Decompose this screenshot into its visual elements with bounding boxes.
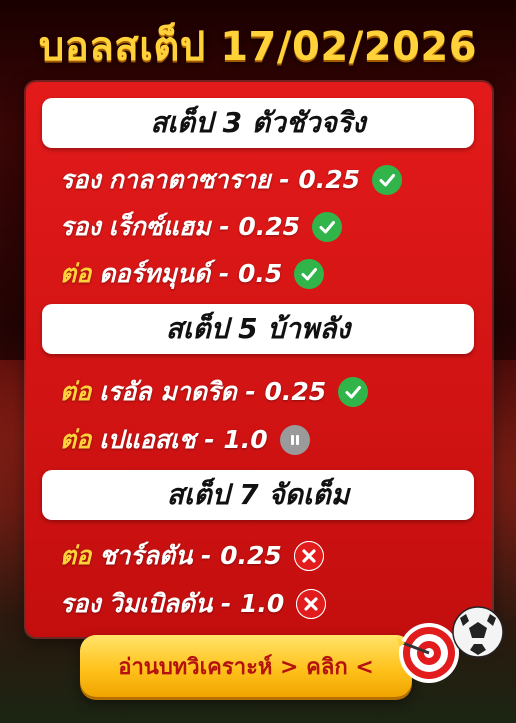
pick-row: ต่อ เรอัล มาดริด - 0.25	[60, 372, 369, 412]
pause-icon	[279, 425, 310, 455]
pick-team: เปแอสเช - 1.0	[99, 425, 268, 454]
picks-panel: สเต็ป 3 ตัวชัวจริง รอง กาลาตาซาราย - 0.2…	[26, 82, 492, 637]
pick-row: รอง เร็กซ์แฮม - 0.25	[60, 207, 343, 247]
pick-side: ต่อ	[60, 259, 92, 288]
section-title-step3: สเต็ป 3 ตัวชัวจริง	[42, 98, 474, 148]
pick-side: ต่อ	[60, 377, 92, 406]
cross-icon	[293, 541, 324, 571]
pick-side: รอง	[60, 165, 101, 194]
pick-row: ต่อ ดอร์ทมุนด์ - 0.5	[60, 254, 325, 294]
pick-team: กาลาตาซาราย - 0.25	[108, 165, 361, 194]
pick-side: รอง	[60, 589, 101, 618]
pick-team: ชาร์ลตัน - 0.25	[99, 541, 282, 570]
cross-icon	[296, 589, 327, 619]
check-icon	[294, 259, 325, 289]
pick-team: เรอัล มาดริด - 0.25	[99, 377, 327, 406]
football-icon	[452, 606, 504, 658]
pick-row: รอง วิมเบิลดัน - 1.0	[60, 584, 327, 624]
check-icon	[372, 165, 403, 195]
pick-team: เร็กซ์แฮม - 0.25	[108, 212, 301, 241]
pick-row: รอง กาลาตาซาราย - 0.25	[60, 160, 403, 200]
check-icon	[312, 212, 343, 242]
check-icon	[338, 377, 369, 407]
page-title: บอลสเต็ป 17/02/2026	[38, 24, 478, 70]
read-analysis-button[interactable]: อ่านบทวิเคราะห์ > คลิก <	[80, 635, 412, 697]
pick-team: วิมเบิลดัน - 1.0	[108, 589, 285, 618]
pick-team: ดอร์ทมุนด์ - 0.5	[99, 259, 283, 288]
pick-row: ต่อ ชาร์ลตัน - 0.25	[60, 536, 324, 576]
pick-side: ต่อ	[60, 541, 92, 570]
pick-side: ต่อ	[60, 425, 92, 454]
section-title-step5: สเต็ป 5 บ้าพลัง	[42, 304, 474, 354]
pick-side: รอง	[60, 212, 101, 241]
pick-row: ต่อ เปแอสเช - 1.0	[60, 420, 310, 460]
section-title-step7: สเต็ป 7 จัดเต็ม	[42, 470, 474, 520]
